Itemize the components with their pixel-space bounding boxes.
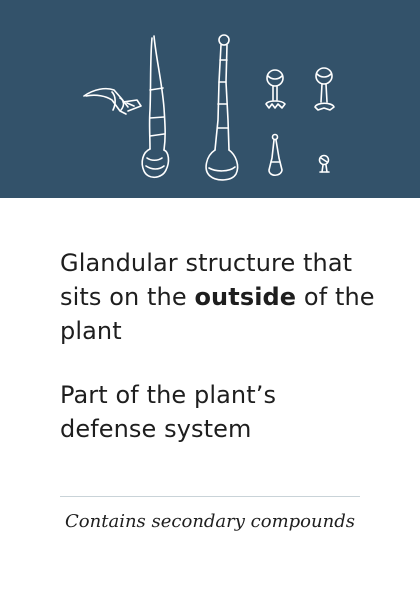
trichome-illustration-icon [83, 34, 335, 181]
small-hair-drawing [268, 133, 283, 177]
emphasis-outside: outside [194, 283, 297, 311]
hooked-trichome-drawing [83, 87, 142, 115]
straight-trichome-drawing [205, 34, 239, 181]
divider [60, 496, 360, 497]
footer-note: Contains secondary compounds [65, 511, 355, 532]
illustration-banner [0, 0, 420, 198]
tiny-gland-drawing [318, 154, 330, 173]
description-block: Glandular structure that sits on the out… [60, 246, 380, 446]
defense-description: Part of the plant’s defense system [60, 381, 277, 443]
stalked-gland-right-drawing [314, 67, 335, 111]
curved-trichome-drawing [141, 35, 170, 179]
structure-description: Glandular structure that sits on the out… [60, 246, 380, 348]
stalked-gland-left-drawing [265, 69, 286, 109]
